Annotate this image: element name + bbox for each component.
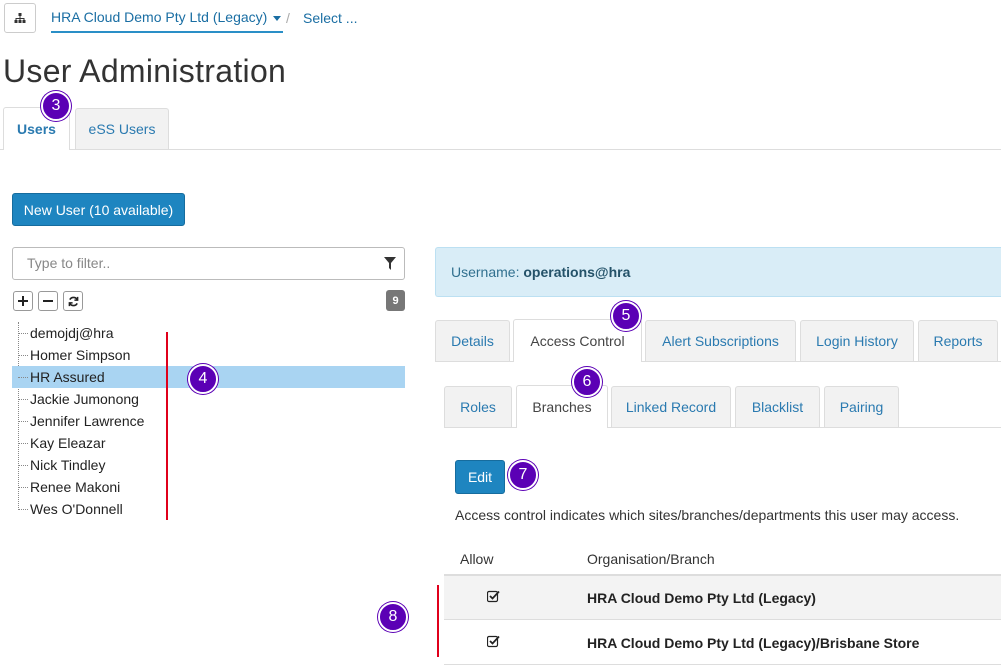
- tab-reports[interactable]: Reports: [918, 320, 998, 361]
- filter-box: [12, 247, 405, 280]
- hierarchy-button[interactable]: [4, 3, 36, 33]
- annotation-line: [437, 585, 439, 657]
- breadcrumb-select-link[interactable]: Select ...: [303, 10, 357, 26]
- collapse-all-button[interactable]: [38, 291, 58, 311]
- edit-button[interactable]: Edit: [455, 460, 505, 494]
- tab-pairing[interactable]: Pairing: [824, 386, 899, 427]
- breadcrumb-separator: /: [286, 10, 290, 26]
- tab-users-label: Users: [17, 121, 56, 137]
- tab-reports-label: Reports: [933, 333, 983, 349]
- annotation-marker-3: 3: [41, 91, 71, 121]
- filter-input[interactable]: [25, 248, 375, 278]
- column-header-org: Organisation/Branch: [587, 551, 715, 567]
- user-tree: demojdj@hra Homer Simpson HR Assured Jac…: [12, 322, 405, 520]
- tab-details[interactable]: Details: [435, 320, 510, 361]
- tab-details-label: Details: [451, 333, 494, 349]
- username-panel: Username: operations@hra: [435, 247, 1001, 297]
- table-row: HRA Cloud Demo Pty Ltd (Legacy)/Brisbane…: [444, 621, 1001, 665]
- tab-ess-users[interactable]: eSS Users: [75, 108, 169, 149]
- username-value: operations@hra: [523, 264, 631, 280]
- user-count-badge: 9: [386, 290, 405, 311]
- user-item[interactable]: Nick Tindley: [12, 454, 405, 476]
- tab-ess-users-label: eSS Users: [88, 121, 156, 137]
- user-item[interactable]: Homer Simpson: [12, 344, 405, 366]
- annotation-marker-4: 4: [188, 364, 218, 394]
- annotation-marker-7: 7: [508, 460, 538, 490]
- tab-linked-record[interactable]: Linked Record: [611, 386, 731, 427]
- tab-pairing-label: Pairing: [839, 399, 884, 415]
- org-dropdown-label: HRA Cloud Demo Pty Ltd (Legacy): [51, 9, 268, 25]
- expand-all-button[interactable]: [13, 291, 33, 311]
- tab-alert-subscriptions[interactable]: Alert Subscriptions: [645, 320, 796, 361]
- page-title: User Administration: [3, 53, 287, 89]
- refresh-button[interactable]: [63, 291, 83, 311]
- org-branch-cell: HRA Cloud Demo Pty Ltd (Legacy)/Brisbane…: [587, 635, 920, 651]
- annotation-marker-5: 5: [611, 301, 641, 331]
- tab-branches-label: Branches: [532, 399, 592, 415]
- username-label: Username:: [451, 264, 520, 280]
- org-branch-cell: HRA Cloud Demo Pty Ltd (Legacy): [587, 590, 816, 606]
- refresh-icon: [68, 296, 78, 306]
- user-item[interactable]: Kay Eleazar: [12, 432, 405, 454]
- plus-icon: [18, 296, 28, 306]
- tab-blacklist[interactable]: Blacklist: [735, 386, 820, 427]
- tab-alert-subscriptions-label: Alert Subscriptions: [662, 333, 779, 349]
- tab-blacklist-label: Blacklist: [751, 399, 804, 415]
- user-item[interactable]: Jennifer Lawrence: [12, 410, 405, 432]
- caret-down-icon: [273, 15, 282, 21]
- sitemap-icon: [14, 12, 26, 23]
- checked-checkbox-icon: [487, 635, 500, 648]
- user-item[interactable]: Renee Makoni: [12, 476, 405, 498]
- checked-checkbox-icon: [487, 590, 500, 603]
- filter-icon[interactable]: [384, 257, 396, 270]
- annotation-line: [166, 332, 168, 520]
- new-user-button[interactable]: New User (10 available): [12, 193, 185, 226]
- tab-access-control-label: Access Control: [530, 333, 625, 349]
- access-description: Access control indicates which sites/bra…: [455, 507, 960, 523]
- minus-icon: [43, 300, 53, 302]
- user-item[interactable]: demojdj@hra: [12, 322, 405, 344]
- tab-roles[interactable]: Roles: [444, 386, 512, 427]
- annotation-marker-6: 6: [572, 367, 602, 397]
- column-header-allow: Allow: [460, 551, 494, 567]
- table-row: HRA Cloud Demo Pty Ltd (Legacy): [444, 576, 1001, 620]
- org-dropdown[interactable]: HRA Cloud Demo Pty Ltd (Legacy): [51, 4, 284, 33]
- annotation-marker-8: 8: [378, 602, 408, 632]
- tab-linked-record-label: Linked Record: [625, 399, 717, 415]
- tab-login-history-label: Login History: [816, 333, 898, 349]
- tab-login-history[interactable]: Login History: [800, 320, 914, 361]
- user-item[interactable]: Wes O'Donnell: [12, 498, 405, 520]
- tabs-divider: [0, 149, 1001, 150]
- tab-roles-label: Roles: [460, 399, 496, 415]
